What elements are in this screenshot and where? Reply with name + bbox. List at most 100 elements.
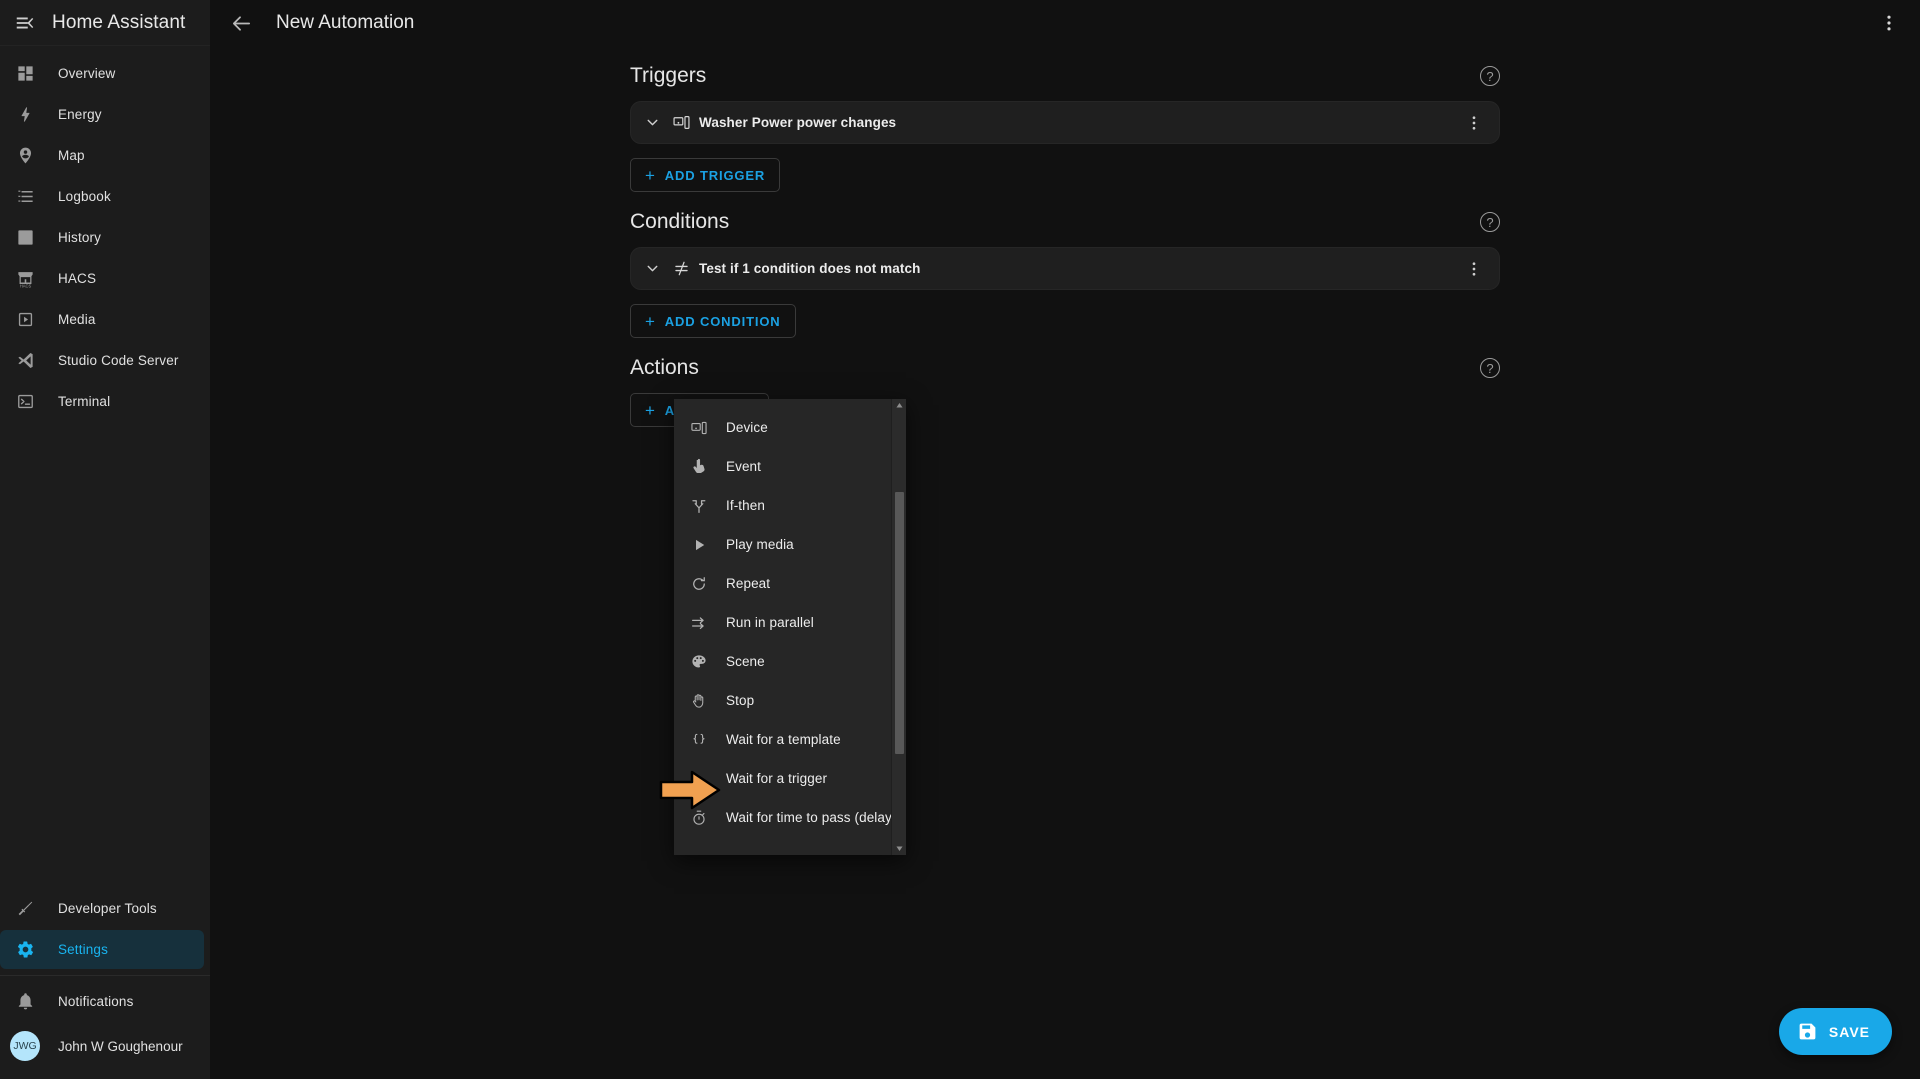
sidebar-item-user-profile[interactable]: JWG John W Goughenour xyxy=(0,1023,210,1069)
sidebar-item-developer-tools[interactable]: Developer Tools xyxy=(0,889,204,928)
sidebar-item-label: Developer Tools xyxy=(58,901,157,916)
menu-item-label: Event xyxy=(726,459,762,474)
conditions-help-icon[interactable]: ? xyxy=(1480,212,1500,232)
sidebar-item-map[interactable]: Map xyxy=(0,136,204,175)
plus-icon: + xyxy=(645,311,656,331)
main-area: New Automation Triggers ? Washer Power p… xyxy=(210,0,1920,1079)
plus-icon: + xyxy=(645,400,656,420)
play-box-icon xyxy=(12,307,38,333)
sidebar-item-settings[interactable]: Settings xyxy=(0,930,204,969)
hammer-icon xyxy=(12,896,38,922)
avatar: JWG xyxy=(10,1031,40,1061)
play-icon xyxy=(688,534,710,556)
chevron-down-icon[interactable] xyxy=(637,254,667,284)
menu-item-wait-for-a-trigger[interactable]: Wait for a trigger xyxy=(674,759,891,798)
sidebar-item-terminal[interactable]: Terminal xyxy=(0,382,204,421)
menu-collapse-icon[interactable] xyxy=(12,10,38,36)
call-split-icon xyxy=(688,495,710,517)
timer-outline-icon xyxy=(688,807,710,829)
menu-item-label: Wait for a trigger xyxy=(726,771,828,786)
sidebar-item-studio-code-server[interactable]: Studio Code Server xyxy=(0,341,204,380)
add-trigger-button[interactable]: + ADD TRIGGER xyxy=(630,158,781,192)
menu-item-wait-for-time-to-pass[interactable]: Wait for time to pass (delay) xyxy=(674,798,896,837)
caret-up-icon[interactable] xyxy=(892,399,906,412)
console-icon xyxy=(12,389,38,415)
dropdown-item-list: Condition Device xyxy=(674,399,896,855)
condition-card[interactable]: Test if 1 condition does not match xyxy=(630,247,1500,290)
add-action-dropdown-menu[interactable]: Condition Device xyxy=(674,399,906,855)
lightning-bolt-icon xyxy=(12,102,38,128)
conditions-section-header: Conditions ? xyxy=(630,210,1500,234)
sidebar-item-media[interactable]: Media xyxy=(0,300,204,339)
sidebar-title: Home Assistant xyxy=(52,11,186,33)
chevron-down-icon[interactable] xyxy=(637,108,667,138)
sidebar-item-label: Logbook xyxy=(58,189,111,204)
sidebar-item-label: Overview xyxy=(58,66,116,81)
save-button[interactable]: SAVE xyxy=(1778,1008,1892,1055)
menu-item-label: Repeat xyxy=(726,576,771,591)
actions-title: Actions xyxy=(630,356,699,379)
page-title: New Automation xyxy=(276,12,415,33)
dropdown-scrollbar[interactable] xyxy=(891,399,906,855)
scrollbar-thumb[interactable] xyxy=(895,492,904,754)
sidebar-nav: Overview Energy Map Logbook History HACS… xyxy=(0,46,210,423)
menu-item-wait-for-a-template[interactable]: Wait for a template xyxy=(674,720,891,759)
sidebar-item-label: Settings xyxy=(58,942,108,957)
device-icon xyxy=(688,417,710,439)
sidebar-item-label: HACS xyxy=(58,271,97,286)
menu-item-if-then[interactable]: If-then xyxy=(674,486,891,525)
sidebar-item-label: History xyxy=(58,230,102,245)
menu-item-label: If-then xyxy=(726,498,765,513)
sidebar-item-notifications[interactable]: Notifications xyxy=(0,982,204,1021)
trigger-card-text: Washer Power power changes xyxy=(699,115,897,130)
sidebar-item-hacs[interactable]: HACS HACS xyxy=(0,259,204,298)
not-equal-icon xyxy=(667,259,695,278)
sidebar-item-energy[interactable]: Energy xyxy=(0,95,204,134)
menu-item-run-in-parallel[interactable]: Run in parallel xyxy=(674,603,891,642)
menu-item-event[interactable]: Event xyxy=(674,447,891,486)
caret-down-icon[interactable] xyxy=(892,842,906,855)
triggers-section-header: Triggers ? xyxy=(630,64,1500,88)
add-trigger-label: ADD TRIGGER xyxy=(664,167,766,183)
menu-item-play-media[interactable]: Play media xyxy=(674,525,891,564)
condition-card-text: Test if 1 condition does not match xyxy=(699,261,921,276)
menu-item-repeat[interactable]: Repeat xyxy=(674,564,891,603)
device-icon xyxy=(667,113,695,132)
menu-item-device[interactable]: Device xyxy=(674,408,891,447)
add-condition-button[interactable]: + ADD CONDITION xyxy=(630,304,796,338)
menu-item-label: Wait for time to pass (delay) xyxy=(726,810,897,825)
sidebar-header: Home Assistant xyxy=(0,0,210,46)
user-name: John W Goughenour xyxy=(58,1038,183,1054)
hacs-storefront-icon: HACS xyxy=(12,266,38,292)
menu-item-condition-partial[interactable]: Condition xyxy=(674,399,891,408)
trigger-card-menu-icon[interactable] xyxy=(1459,108,1489,138)
triggers-help-icon[interactable]: ? xyxy=(1480,66,1500,86)
sidebar-item-history[interactable]: History xyxy=(0,218,204,257)
menu-item-stop[interactable]: Stop xyxy=(674,681,891,720)
sidebar-item-label: Notifications xyxy=(58,994,134,1009)
content-save-icon xyxy=(1797,1021,1818,1042)
save-label: SAVE xyxy=(1828,1023,1870,1040)
top-app-bar: New Automation xyxy=(210,0,1920,46)
trigger-card[interactable]: Washer Power power changes xyxy=(630,101,1500,144)
menu-item-scene[interactable]: Scene xyxy=(674,642,891,681)
triggers-title: Triggers xyxy=(630,64,707,87)
sidebar: Home Assistant Overview Energy Map Logbo… xyxy=(0,0,210,1079)
not-equal-icon xyxy=(688,399,710,400)
overflow-menu-button[interactable] xyxy=(1872,6,1906,40)
sidebar-item-logbook[interactable]: Logbook xyxy=(0,177,204,216)
actions-section-header: Actions ? xyxy=(630,356,1500,380)
sidebar-item-overview[interactable]: Overview xyxy=(0,54,204,93)
view-dashboard-icon xyxy=(12,61,38,87)
sidebar-item-label: Map xyxy=(58,148,85,163)
palette-icon xyxy=(688,651,710,673)
condition-card-menu-icon[interactable] xyxy=(1459,254,1489,284)
code-braces-icon xyxy=(688,729,710,751)
menu-item-label: Run in parallel xyxy=(726,615,814,630)
arrow-left-icon[interactable] xyxy=(224,6,258,40)
menu-item-label: Stop xyxy=(726,693,755,708)
actions-help-icon[interactable]: ? xyxy=(1480,358,1500,378)
conditions-title: Conditions xyxy=(630,210,730,233)
sidebar-item-label: Terminal xyxy=(58,394,111,409)
format-list-bulleted-icon xyxy=(12,184,38,210)
